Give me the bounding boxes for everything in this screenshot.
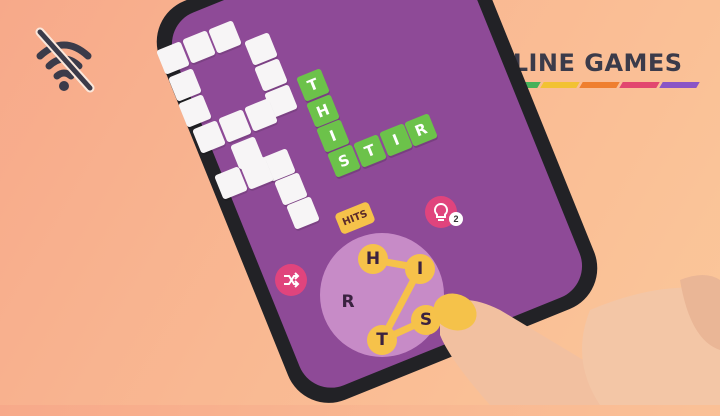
wheel-letter[interactable]: S	[411, 305, 441, 335]
lightbulb-icon	[433, 202, 449, 221]
stripe-orange	[579, 82, 621, 88]
wheel-letter[interactable]: I	[405, 254, 435, 284]
shuffle-button[interactable]	[275, 264, 307, 296]
hint-count-badge: 2	[449, 212, 463, 226]
wheel-letter[interactable]: T	[367, 325, 397, 355]
stripe-purple	[659, 82, 700, 88]
wheel-letter[interactable]: R	[333, 287, 363, 317]
shuffle-icon	[284, 272, 300, 288]
stripe-yellow	[539, 82, 581, 88]
wheel-letter[interactable]: H	[358, 244, 388, 274]
stripe-pink	[619, 82, 660, 88]
wifi-off-icon	[35, 27, 95, 93]
